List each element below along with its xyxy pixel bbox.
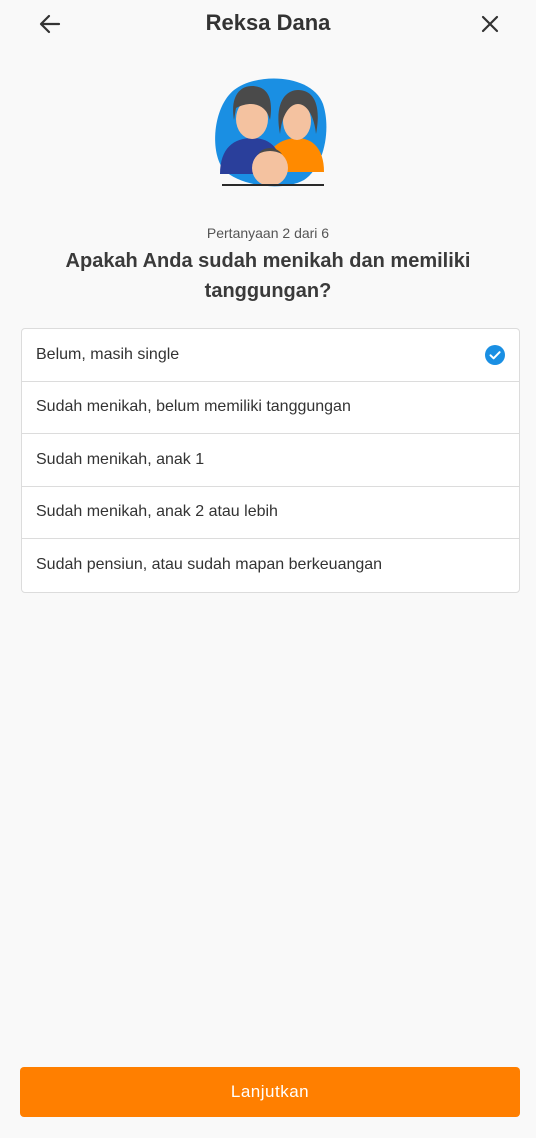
question-counter: Pertanyaan 2 dari 6 — [206, 225, 330, 241]
option-item[interactable]: Sudah menikah, anak 1 — [22, 434, 519, 487]
close-icon — [481, 15, 499, 33]
question-text: Apakah Anda sudah menikah dan memiliki t… — [65, 250, 471, 302]
page: Reksa Dana Pertanyaan 2 dari 6 Apakah An… — [0, 0, 536, 1138]
top-bar: Reksa Dana — [0, 0, 536, 48]
option-item[interactable]: Sudah menikah, anak 2 atau lebih — [22, 487, 519, 539]
option-label: Sudah menikah, belum memiliki tanggungan — [36, 398, 351, 416]
option-item[interactable]: Belum, masih single — [22, 329, 519, 382]
option-label: Sudah menikah, anak 2 atau lebih — [36, 503, 278, 521]
close-button[interactable] — [470, 4, 510, 44]
page-title: Reksa Dana — [205, 10, 331, 35]
option-label: Sudah menikah, anak 1 — [36, 450, 205, 468]
option-label: Belum, masih single — [36, 345, 180, 363]
option-label: Sudah pensiun, atau sudah mapan berkeuan… — [36, 556, 383, 574]
check-circle-icon — [485, 344, 505, 365]
continue-button[interactable]: Lanjutkan — [20, 1067, 520, 1117]
family-illustration — [215, 78, 327, 187]
option-item[interactable]: Sudah menikah, belum memiliki tanggungan — [22, 382, 519, 434]
option-item[interactable]: Sudah pensiun, atau sudah mapan berkeuan… — [22, 539, 519, 592]
answer-options: Belum, masih single Sudah menikah, belum… — [21, 328, 520, 593]
